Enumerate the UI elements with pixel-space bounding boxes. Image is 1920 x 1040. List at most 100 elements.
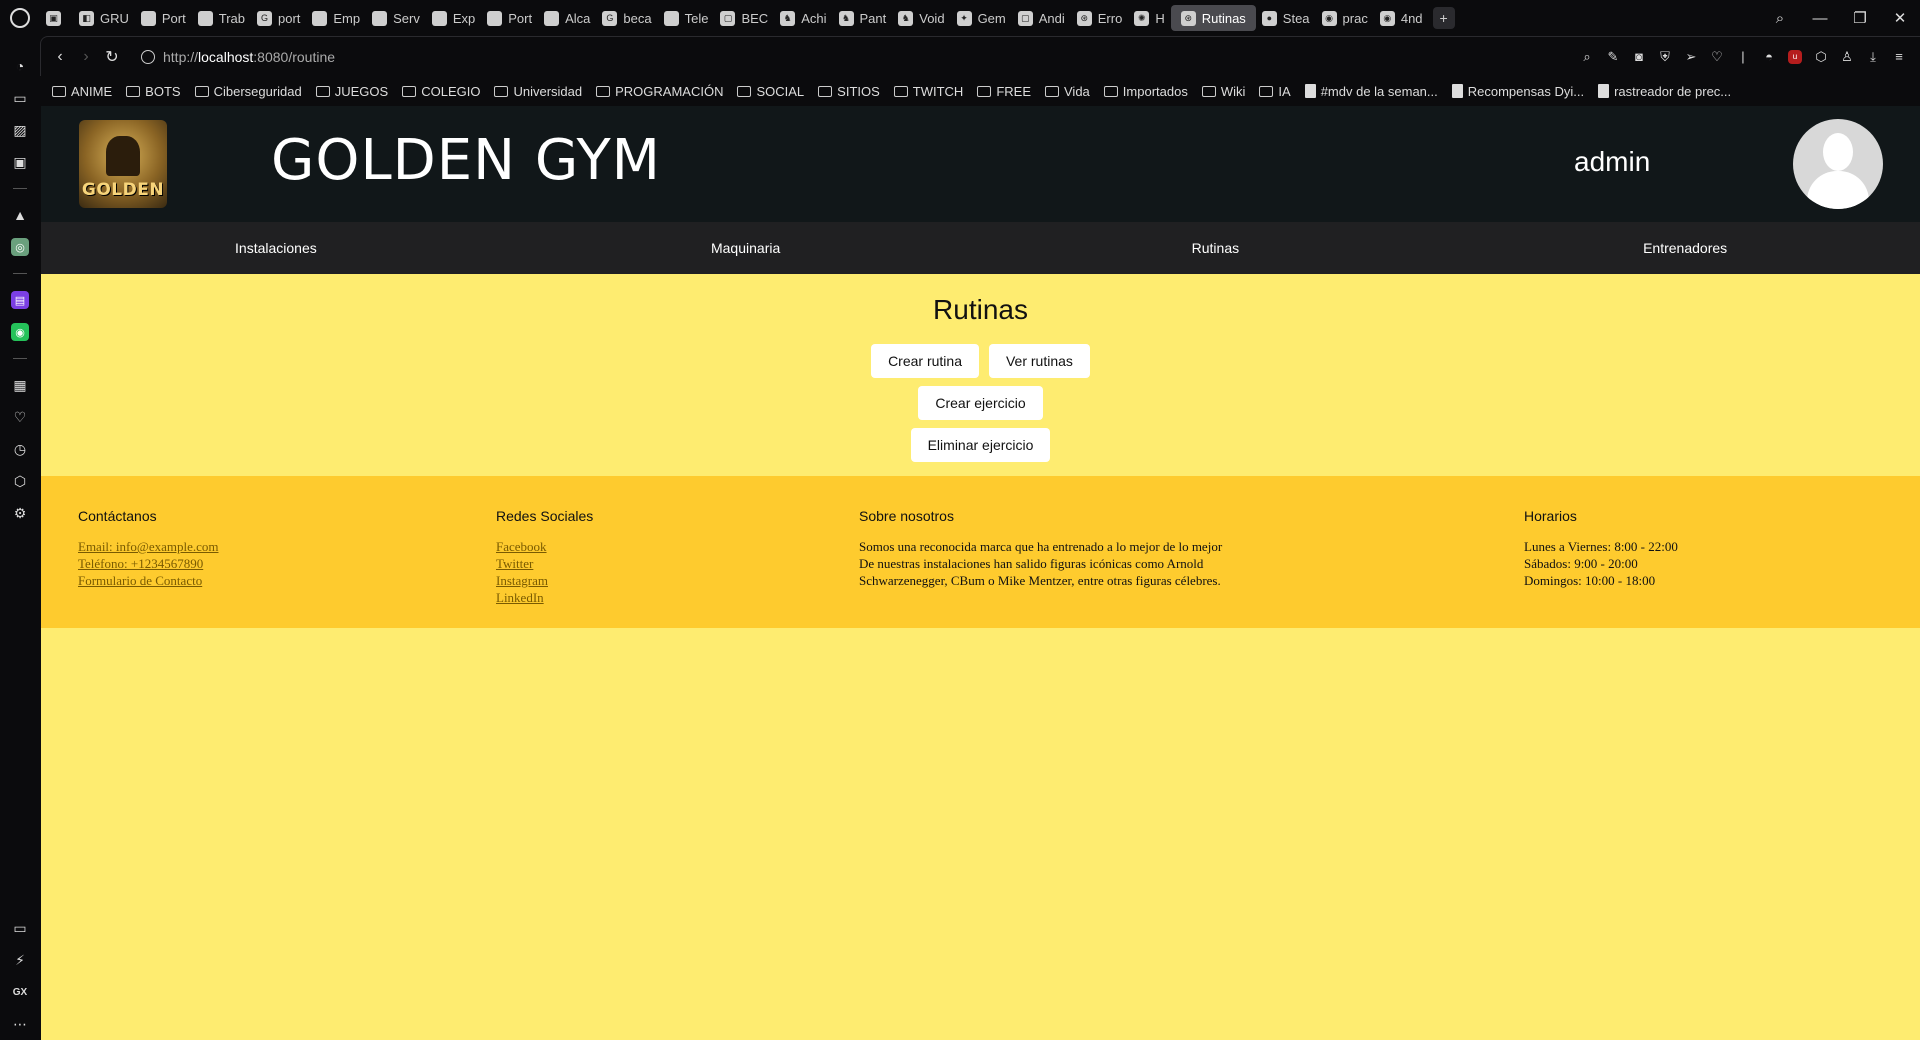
camera-icon[interactable]: ◙ <box>1628 46 1650 68</box>
gym-logo[interactable]: GOLDEN <box>79 120 167 208</box>
tab[interactable]: Port <box>135 5 192 31</box>
tab[interactable]: Port <box>481 5 538 31</box>
bookmark-item[interactable]: JUEGOS <box>315 84 388 99</box>
ublock-icon[interactable]: u <box>1784 46 1806 68</box>
new-tab-button[interactable]: + <box>1432 7 1455 29</box>
tab[interactable]: ● Stea <box>1256 5 1316 31</box>
tab[interactable]: ◉ prac <box>1316 5 1374 31</box>
nav-rutinas[interactable]: Rutinas <box>981 240 1451 256</box>
edit-icon[interactable]: ✎ <box>1602 46 1624 68</box>
tab[interactable]: ▢ Andi <box>1012 5 1071 31</box>
vpn-icon[interactable]: ◓ <box>1758 46 1780 68</box>
cube-icon[interactable]: ⬡ <box>1810 46 1832 68</box>
tracker-icon[interactable]: ▨ <box>0 114 40 146</box>
tab[interactable]: Alca <box>538 5 596 31</box>
heart-icon[interactable]: ♡ <box>1706 46 1728 68</box>
avatar[interactable] <box>1793 119 1883 209</box>
instagram-link[interactable]: Instagram <box>496 572 593 589</box>
extension-icon[interactable]: ▣ <box>0 146 40 178</box>
linkedin-link[interactable]: LinkedIn <box>496 589 593 606</box>
tab[interactable]: ◉ 4nd <box>1374 5 1429 31</box>
bookmark-item[interactable]: Recompensas Dyi... <box>1451 84 1584 99</box>
forward-button[interactable]: › <box>73 42 99 72</box>
bookmark-item[interactable]: FREE <box>977 84 1031 99</box>
twitch-icon[interactable]: ▤ <box>0 284 40 316</box>
tab-label: beca <box>623 10 652 26</box>
ram-limiter-icon[interactable]: ▭ <box>0 912 40 944</box>
nav-entrenadores[interactable]: Entrenadores <box>1450 240 1920 256</box>
tab[interactable]: Gbeca <box>596 5 657 31</box>
tab[interactable]: ♞ Void <box>892 5 950 31</box>
bookmark-item[interactable]: ANIME <box>52 84 112 99</box>
close-window-button[interactable]: ✕ <box>1880 0 1920 36</box>
bookmark-item[interactable]: Wiki <box>1201 84 1245 99</box>
bookmark-item[interactable]: Vida <box>1045 84 1090 99</box>
menu-icon[interactable]: ≡ <box>1888 46 1910 68</box>
reload-button[interactable]: ↻ <box>99 42 125 72</box>
nav-instalaciones[interactable]: Instalaciones <box>41 240 511 256</box>
bookmark-item[interactable]: COLEGIO <box>402 84 480 99</box>
bookmark-item[interactable]: #mdv de la seman... <box>1304 84 1438 99</box>
back-button[interactable]: ‹ <box>47 42 73 72</box>
bookmark-item[interactable]: rastreador de prec... <box>1598 84 1731 99</box>
contact-email-link[interactable]: Email: info@example.com <box>78 538 219 555</box>
workspaces-icon[interactable]: ▦ <box>0 369 40 401</box>
network-limiter-icon[interactable]: ⚡ <box>0 944 40 976</box>
send-icon[interactable]: ➢ <box>1680 46 1702 68</box>
gx-control-label[interactable]: GX <box>0 976 40 1008</box>
tab[interactable]: ◧ GRU <box>73 5 135 31</box>
nav-maquinaria[interactable]: Maquinaria <box>511 240 981 256</box>
tab[interactable]: ♞ Achi <box>774 5 832 31</box>
sidebar-bottom: ▭ ⚡ GX ⋯ <box>0 912 40 1040</box>
bookmark-item[interactable]: IA <box>1259 84 1291 99</box>
settings-icon[interactable]: ⚙ <box>0 497 40 529</box>
contact-phone-link[interactable]: Teléfono: +1234567890 <box>78 555 219 572</box>
create-exercise-button[interactable]: Crear ejercicio <box>918 386 1043 420</box>
minimize-button[interactable]: — <box>1800 0 1840 36</box>
url-field[interactable]: http://localhost:8080/routine <box>141 49 1576 65</box>
view-routines-button[interactable]: Ver rutinas <box>988 344 1090 378</box>
account-icon[interactable]: ♙ <box>1836 46 1858 68</box>
tab[interactable]: ▢ BEC <box>714 5 774 31</box>
create-routine-button[interactable]: Crear rutina <box>871 344 979 378</box>
maximize-button[interactable]: ❐ <box>1840 0 1880 36</box>
tab[interactable]: Trab <box>192 5 251 31</box>
bookmark-item[interactable]: SOCIAL <box>737 84 804 99</box>
tab[interactable]: Serv <box>366 5 426 31</box>
tab[interactable]: ⊛ Erro <box>1071 5 1129 31</box>
tab[interactable]: ▣ <box>40 5 73 31</box>
speed-dial-icon[interactable]: ◔ <box>0 50 40 82</box>
download-icon[interactable]: ⤓ <box>1862 46 1884 68</box>
search-tabs-icon[interactable]: ⌕ <box>1760 0 1800 36</box>
history-icon[interactable]: ◷ <box>0 433 40 465</box>
opera-menu-button[interactable] <box>0 0 40 36</box>
delete-exercise-button[interactable]: Eliminar ejercicio <box>910 428 1051 462</box>
whatsapp-icon[interactable]: ◉ <box>0 316 40 348</box>
shield-icon[interactable]: ⛨ <box>1654 46 1676 68</box>
tab[interactable]: ♞ Pant <box>833 5 893 31</box>
twitter-link[interactable]: Twitter <box>496 555 593 572</box>
aria-icon[interactable]: ▲ <box>0 199 40 231</box>
tab[interactable]: ✺ H <box>1128 5 1170 31</box>
heart-icon[interactable]: ♡ <box>0 401 40 433</box>
bookmark-item[interactable]: Importados <box>1103 84 1188 99</box>
facebook-link[interactable]: Facebook <box>496 538 593 555</box>
tab[interactable]: Exp <box>426 5 481 31</box>
bookmark-item[interactable]: PROGRAMACIÓN <box>596 84 723 99</box>
tab[interactable]: Tele <box>658 5 715 31</box>
cleaner-icon[interactable]: ▭ <box>0 82 40 114</box>
bookmark-item[interactable]: BOTS <box>126 84 181 99</box>
tab-active[interactable]: ⊛ Rutinas <box>1170 5 1256 31</box>
bookmark-item[interactable]: Universidad <box>494 84 582 99</box>
tab[interactable]: ✦ Gem <box>951 5 1012 31</box>
tab[interactable]: Gport <box>251 5 306 31</box>
zoom-icon[interactable]: ⌕ <box>1576 46 1598 68</box>
cube-icon[interactable]: ⬡ <box>0 465 40 497</box>
tab[interactable]: Emp <box>306 5 366 31</box>
more-icon[interactable]: ⋯ <box>0 1008 40 1040</box>
contact-form-link[interactable]: Formulario de Contacto <box>78 572 219 589</box>
chatgpt-icon[interactable]: ◎ <box>0 231 40 263</box>
bookmark-item[interactable]: SITIOS <box>818 84 880 99</box>
bookmark-item[interactable]: TWITCH <box>893 84 963 99</box>
bookmark-item[interactable]: Ciberseguridad <box>194 84 302 99</box>
